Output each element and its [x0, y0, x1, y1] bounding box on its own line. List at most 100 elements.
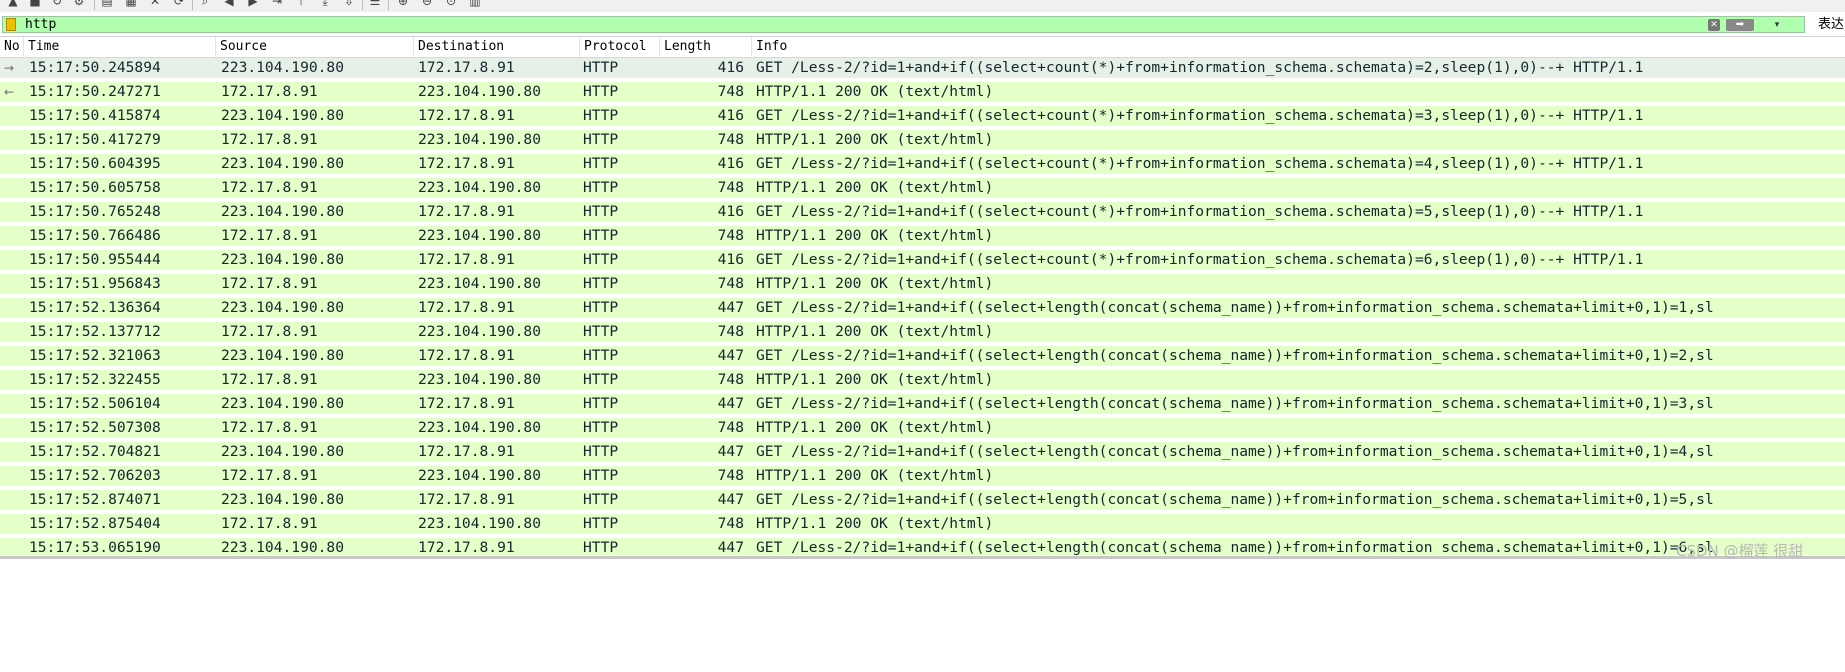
- length-cell: 748: [717, 131, 744, 148]
- time-cell: 15:17:52.506104: [29, 395, 161, 412]
- filter-text[interactable]: http: [25, 17, 56, 33]
- autoscroll-icon[interactable]: ⇩: [342, 0, 356, 8]
- packet-row[interactable]: 15:17:50.766486 172.17.8.91 223.104.190.80…: [0, 226, 1845, 246]
- length-cell: 748: [717, 275, 744, 292]
- column-header-no[interactable]: No: [0, 37, 24, 57]
- time-cell: 15:17:52.706203: [29, 467, 161, 484]
- packet-row[interactable]: 15:17:50.955444 223.104.190.80 172.17.8.91…: [0, 250, 1845, 270]
- go-first-icon[interactable]: ⤒: [294, 0, 308, 8]
- packet-row[interactable]: 15:17:52.706203 172.17.8.91 223.104.190.80…: [0, 466, 1845, 486]
- zoom-normal-icon[interactable]: ⊙: [444, 0, 458, 8]
- protocol-cell: HTTP: [583, 323, 619, 340]
- column-header-protocol[interactable]: Protocol: [580, 37, 660, 57]
- protocol-cell: HTTP: [583, 347, 619, 364]
- destination-cell: 223.104.190.80: [418, 467, 542, 484]
- packet-row[interactable]: 15:17:50.765248 223.104.190.80 172.17.8.91…: [0, 202, 1845, 222]
- packet-row[interactable]: → 15:17:50.245894 223.104.190.80 172.17.8.9…: [0, 58, 1845, 78]
- source-cell: 223.104.190.80: [221, 539, 345, 555]
- packet-row[interactable]: 15:17:52.136364 223.104.190.80 172.17.8.91…: [0, 298, 1845, 318]
- length-cell: 416: [717, 155, 744, 172]
- column-header-source[interactable]: Source: [216, 37, 414, 57]
- packet-row[interactable]: 15:17:53.065190 223.104.190.80 172.17.8.91…: [0, 538, 1845, 555]
- clear-filter-icon[interactable]: ✕: [1708, 19, 1720, 31]
- length-cell: 748: [717, 227, 744, 244]
- capture-options-icon[interactable]: ⚙: [72, 0, 86, 8]
- time-cell: 15:17:52.704821: [29, 443, 161, 460]
- length-cell: 447: [717, 299, 744, 316]
- related-packet-marker: [4, 394, 24, 414]
- chevron-down-icon[interactable]: ▾: [1770, 18, 1784, 32]
- source-cell: 223.104.190.80: [221, 299, 345, 316]
- find-packet-icon[interactable]: ⌕: [198, 0, 212, 8]
- packet-row[interactable]: 15:17:52.704821 223.104.190.80 172.17.8.91…: [0, 442, 1845, 462]
- packet-row[interactable]: 15:17:52.506104 223.104.190.80 172.17.8.91…: [0, 394, 1845, 414]
- resize-columns-icon[interactable]: ▥: [468, 0, 482, 8]
- info-cell: HTTP/1.1 200 OK (text/html): [756, 371, 994, 388]
- go-forward-icon[interactable]: ▶: [246, 0, 260, 8]
- related-packet-marker: [4, 154, 24, 174]
- colorize-icon[interactable]: ☰: [368, 0, 382, 8]
- packet-row[interactable]: 15:17:51.956843 172.17.8.91 223.104.190.80…: [0, 274, 1845, 294]
- go-back-icon[interactable]: ◀: [222, 0, 236, 8]
- length-cell: 748: [717, 371, 744, 388]
- source-cell: 223.104.190.80: [221, 59, 345, 76]
- source-cell: 172.17.8.91: [221, 275, 318, 292]
- length-cell: 416: [717, 251, 744, 268]
- packet-row[interactable]: 15:17:52.322455 172.17.8.91 223.104.190.80…: [0, 370, 1845, 390]
- expression-button[interactable]: 表达: [1818, 16, 1844, 33]
- time-cell: 15:17:52.321063: [29, 347, 161, 364]
- zoom-in-icon[interactable]: ⊕: [396, 0, 410, 8]
- packet-row[interactable]: 15:17:50.417279 172.17.8.91 223.104.190.80…: [0, 130, 1845, 150]
- go-last-icon[interactable]: ⤓: [318, 0, 332, 8]
- destination-cell: 223.104.190.80: [418, 227, 542, 244]
- go-to-packet-icon[interactable]: ⇥: [270, 0, 284, 8]
- protocol-cell: HTTP: [583, 419, 619, 436]
- related-packet-marker: [4, 226, 24, 246]
- related-packet-marker: [4, 442, 24, 462]
- start-capture-icon[interactable]: ▲: [6, 0, 20, 8]
- source-cell: 172.17.8.91: [221, 227, 318, 244]
- column-header-time[interactable]: Time: [24, 37, 216, 57]
- source-cell: 172.17.8.91: [221, 467, 318, 484]
- packet-row[interactable]: 15:17:52.874071 223.104.190.80 172.17.8.91…: [0, 490, 1845, 510]
- column-header-info[interactable]: Info: [752, 37, 1845, 57]
- protocol-cell: HTTP: [583, 395, 619, 412]
- packet-row[interactable]: 15:17:50.604395 223.104.190.80 172.17.8.91…: [0, 154, 1845, 174]
- packet-row[interactable]: 15:17:52.875404 172.17.8.91 223.104.190.80…: [0, 514, 1845, 534]
- length-cell: 447: [717, 539, 744, 555]
- packet-details-pane: [0, 556, 1845, 672]
- column-header-length[interactable]: Length: [660, 37, 752, 57]
- column-header-destination[interactable]: Destination: [414, 37, 580, 57]
- packet-row[interactable]: 15:17:52.321063 223.104.190.80 172.17.8.91…: [0, 346, 1845, 366]
- source-cell: 223.104.190.80: [221, 395, 345, 412]
- close-file-icon[interactable]: ✕: [148, 0, 162, 8]
- source-cell: 172.17.8.91: [221, 83, 318, 100]
- info-cell: HTTP/1.1 200 OK (text/html): [756, 515, 994, 532]
- info-cell: HTTP/1.1 200 OK (text/html): [756, 275, 994, 292]
- source-cell: 172.17.8.91: [221, 515, 318, 532]
- info-cell: GET /Less-2/?id=1+and+if((select+count(*…: [756, 59, 1644, 76]
- packet-row[interactable]: 15:17:52.137712 172.17.8.91 223.104.190.80…: [0, 322, 1845, 342]
- info-cell: GET /Less-2/?id=1+and+if((select+length(…: [756, 395, 1714, 412]
- toolbar-separator: [192, 0, 193, 10]
- destination-cell: 172.17.8.91: [418, 155, 515, 172]
- save-file-icon[interactable]: ▦: [124, 0, 138, 8]
- restart-capture-icon[interactable]: ↻: [50, 0, 64, 8]
- time-cell: 15:17:50.415874: [29, 107, 161, 124]
- packet-row[interactable]: ← 15:17:50.247271 172.17.8.91 223.104.190.8…: [0, 82, 1845, 102]
- packet-row[interactable]: 15:17:52.507308 172.17.8.91 223.104.190.80…: [0, 418, 1845, 438]
- display-filter-input[interactable]: http ✕ ➡ ▾: [2, 16, 1805, 33]
- reload-file-icon[interactable]: ⟳: [172, 0, 186, 8]
- main-toolbar: ▲ ■ ↻ ⚙ ▤ ▦ ✕ ⟳ ⌕ ◀ ▶ ⇥ ⤒ ⤓ ⇩ ☰ ⊕ ⊖ ⊙ ▥: [0, 0, 1845, 12]
- destination-cell: 223.104.190.80: [418, 371, 542, 388]
- open-file-icon[interactable]: ▤: [100, 0, 114, 8]
- protocol-cell: HTTP: [583, 443, 619, 460]
- stop-capture-icon[interactable]: ■: [28, 0, 42, 8]
- info-cell: GET /Less-2/?id=1+and+if((select+count(*…: [756, 251, 1644, 268]
- apply-filter-icon[interactable]: ➡: [1726, 19, 1754, 31]
- packet-row[interactable]: 15:17:50.605758 172.17.8.91 223.104.190.80…: [0, 178, 1845, 198]
- info-cell: HTTP/1.1 200 OK (text/html): [756, 227, 994, 244]
- bookmark-icon[interactable]: [6, 18, 16, 31]
- zoom-out-icon[interactable]: ⊖: [420, 0, 434, 8]
- packet-row[interactable]: 15:17:50.415874 223.104.190.80 172.17.8.91…: [0, 106, 1845, 126]
